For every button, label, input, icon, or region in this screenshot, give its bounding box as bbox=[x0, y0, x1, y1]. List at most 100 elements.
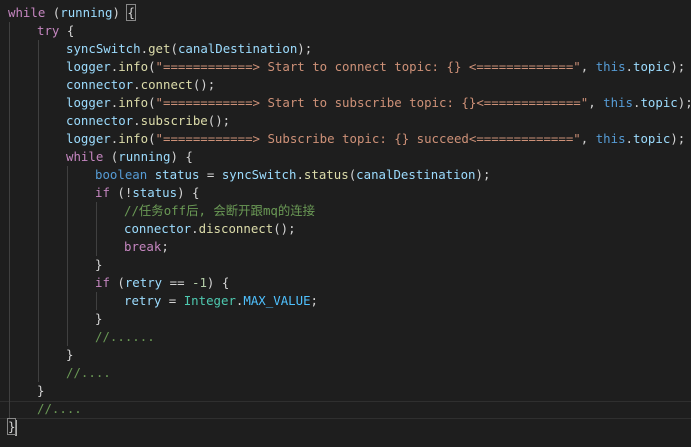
code-token: connector bbox=[124, 221, 192, 236]
code-token: retry bbox=[124, 293, 162, 308]
code-token: subscribe bbox=[140, 113, 208, 128]
code-token: . bbox=[625, 59, 633, 74]
code-token: -1 bbox=[192, 275, 207, 290]
code-token: = bbox=[161, 293, 184, 308]
code-token: retry bbox=[124, 275, 163, 290]
code-token: //任务off后, 会断开跟mq的连接 bbox=[124, 203, 316, 218]
code-line: try { bbox=[37, 22, 74, 40]
code-token: Integer bbox=[183, 293, 236, 308]
code-token: this bbox=[603, 95, 633, 110]
code-line: //任务off后, 会断开跟mq的连接 bbox=[124, 202, 315, 220]
code-token: ) { bbox=[177, 185, 200, 200]
code-token: (! bbox=[109, 185, 133, 200]
code-line: //.... bbox=[37, 400, 82, 418]
code-token: ); bbox=[677, 95, 691, 110]
code-token: ( bbox=[148, 131, 156, 146]
code-token: logger bbox=[66, 59, 111, 74]
code-token: while bbox=[8, 5, 46, 20]
code-token: ( bbox=[45, 5, 61, 20]
code-token: . bbox=[140, 41, 149, 56]
code-token: ( bbox=[148, 95, 156, 110]
code-token: { bbox=[59, 23, 75, 38]
code-token: topic bbox=[633, 59, 671, 74]
code-token: (); bbox=[273, 221, 296, 236]
code-token: ); bbox=[297, 41, 313, 56]
code-token: ); bbox=[670, 59, 686, 74]
code-token: canalDestination bbox=[177, 41, 298, 56]
code-line: } bbox=[37, 382, 44, 400]
code-line: } bbox=[6, 418, 18, 436]
code-line: connector.subscribe(); bbox=[66, 112, 230, 130]
code-token: //.... bbox=[66, 365, 111, 380]
code-token: "============> Start to connect topic: {… bbox=[155, 59, 581, 74]
text-cursor bbox=[15, 419, 18, 436]
code-token: running bbox=[60, 5, 113, 20]
code-token: ); bbox=[475, 167, 491, 182]
code-token: ( bbox=[109, 275, 125, 290]
code-token: "============> Start to subscribe topic:… bbox=[155, 95, 589, 110]
code-token: , bbox=[580, 131, 596, 146]
indent-guide bbox=[67, 166, 68, 346]
code-token: . bbox=[191, 221, 199, 236]
code-token: ( bbox=[103, 149, 119, 164]
code-editor[interactable]: while (running) {try {syncSwitch.get(can… bbox=[0, 0, 691, 447]
code-line: logger.info("============> Start to subs… bbox=[66, 94, 691, 112]
code-token: . bbox=[296, 167, 304, 182]
code-token: } bbox=[95, 257, 103, 272]
code-token: ) { bbox=[170, 149, 193, 164]
code-token: ( bbox=[148, 59, 156, 74]
code-token: ; bbox=[161, 239, 169, 254]
code-token: (); bbox=[192, 77, 216, 92]
code-token: . bbox=[133, 113, 141, 128]
code-token: } bbox=[66, 347, 74, 362]
code-token: status bbox=[303, 167, 349, 182]
code-token: info bbox=[118, 59, 149, 74]
code-token: this bbox=[595, 131, 626, 146]
code-token: boolean bbox=[95, 167, 148, 182]
code-token: ) bbox=[112, 5, 128, 20]
code-token: topic bbox=[633, 131, 671, 146]
code-token: logger bbox=[66, 131, 111, 146]
indent-guide bbox=[9, 22, 10, 418]
code-line: break; bbox=[124, 238, 169, 256]
code-line: while (running) { bbox=[66, 148, 193, 166]
code-token: ) { bbox=[206, 275, 230, 290]
code-token: connect bbox=[140, 77, 193, 92]
code-token: running bbox=[118, 149, 171, 164]
code-token: . bbox=[625, 131, 633, 146]
code-line: //...... bbox=[95, 328, 155, 346]
code-line: syncSwitch.get(canalDestination); bbox=[66, 40, 312, 58]
code-line: //.... bbox=[66, 364, 111, 382]
code-token: syncSwitch bbox=[221, 167, 297, 182]
code-token: if bbox=[95, 185, 110, 200]
code-token: connector bbox=[66, 77, 134, 92]
code-token: canalDestination bbox=[356, 167, 476, 182]
code-token: } bbox=[95, 311, 103, 326]
code-token: topic bbox=[640, 95, 678, 110]
code-token: (); bbox=[207, 113, 231, 128]
current-line-highlight bbox=[0, 401, 691, 419]
code-token: //.... bbox=[37, 401, 82, 416]
code-token: . bbox=[133, 77, 141, 92]
code-line: if (retry == -1) { bbox=[95, 274, 229, 292]
code-line: while (running) { bbox=[8, 4, 136, 22]
code-token: connector bbox=[66, 113, 134, 128]
code-token: status bbox=[154, 167, 200, 182]
code-token: this bbox=[595, 59, 626, 74]
code-token: , bbox=[588, 95, 604, 110]
code-token: break bbox=[124, 239, 162, 254]
code-token: status bbox=[132, 185, 178, 200]
indent-guide bbox=[96, 202, 97, 256]
code-token: == bbox=[162, 275, 192, 290]
code-token: info bbox=[118, 131, 149, 146]
matched-bracket: { bbox=[126, 4, 136, 21]
code-line: logger. info("============> Start to conn… bbox=[66, 58, 685, 76]
code-token: } bbox=[37, 383, 45, 398]
code-line: } bbox=[95, 310, 102, 328]
code-token: try bbox=[37, 23, 60, 38]
code-token: ( bbox=[170, 41, 178, 56]
code-token: while bbox=[66, 149, 104, 164]
code-line: connector.connect(); bbox=[66, 76, 215, 94]
code-token: ; bbox=[310, 293, 318, 308]
